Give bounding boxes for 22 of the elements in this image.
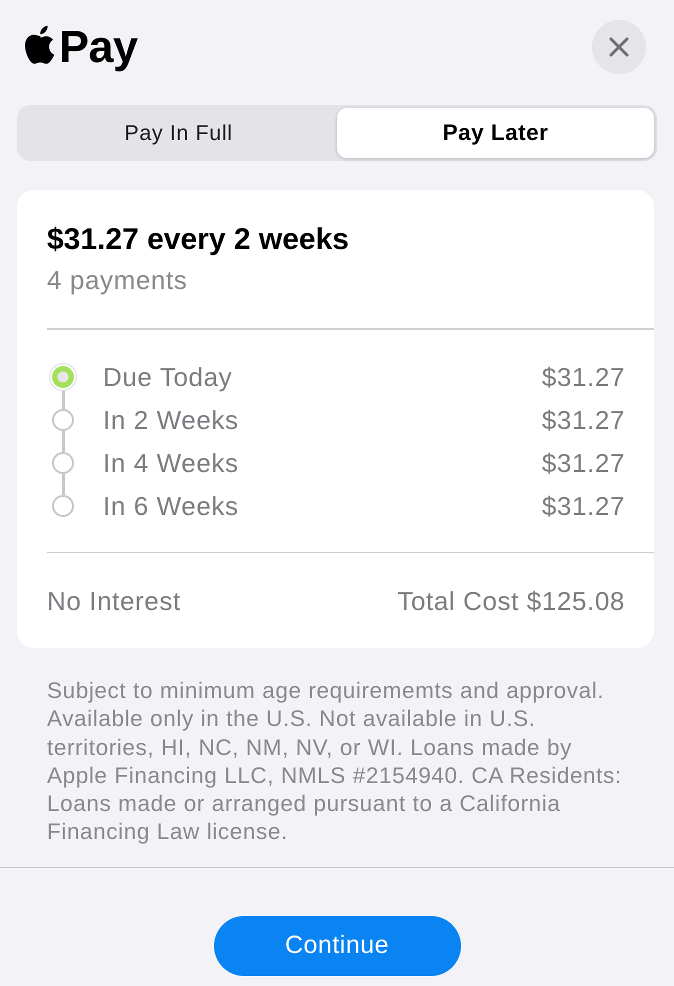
payment-date: Due Today bbox=[103, 362, 234, 392]
logo-text: Pay bbox=[59, 20, 138, 74]
payment-amount: $31.27 bbox=[542, 448, 625, 478]
payment-amount: $31.27 bbox=[542, 404, 625, 434]
payment-amount: $31.27 bbox=[542, 362, 625, 392]
payment-date: In 2 Weeks bbox=[103, 404, 240, 434]
apple-icon bbox=[24, 24, 57, 64]
interest-label: No Interest bbox=[47, 586, 181, 616]
payment-date: In 6 Weeks bbox=[103, 490, 240, 520]
timeline-connector bbox=[62, 474, 64, 494]
payment-date: In 4 Weeks bbox=[103, 448, 240, 478]
continue-button[interactable]: Continue bbox=[214, 916, 460, 976]
total-cost: Total Cost $125.08 bbox=[397, 586, 625, 616]
tab[interactable]: Pay In Full bbox=[20, 108, 337, 158]
timeline-connector bbox=[62, 430, 64, 452]
payment-amount: $31.27 bbox=[542, 490, 625, 520]
close-icon bbox=[609, 37, 629, 57]
plan-subtitle: 4 payments bbox=[47, 265, 188, 295]
tab[interactable]: Pay Later bbox=[337, 108, 654, 158]
plan-title: $31.27 every 2 weeks bbox=[47, 222, 350, 258]
timeline-connector bbox=[62, 390, 64, 408]
disclaimer-text: Subject to minimum age requirememts and approval. Available only in the U.S. Not available in U.S. territories, HI, NC, NM, NV, or WI. Loans made by Apple Financing LLC, NMLS #2154940. CA Residents: Loans made or arranged pursuant to a California Financing Law license. bbox=[47, 677, 623, 846]
